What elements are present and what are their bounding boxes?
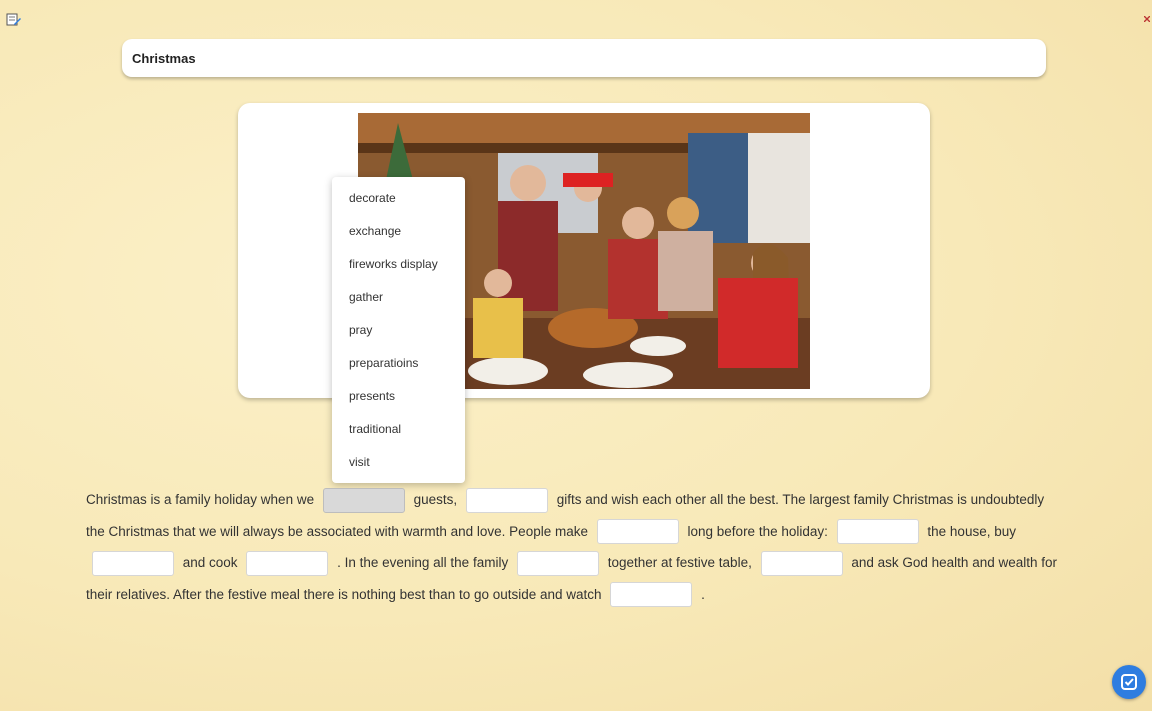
passage-segment: and ask God health and wealth for xyxy=(851,555,1057,570)
blank-4[interactable] xyxy=(836,519,919,545)
title-bar: Christmas xyxy=(122,39,1046,77)
passage-segment: . xyxy=(701,586,705,602)
option-pray[interactable]: pray xyxy=(332,314,465,347)
blank-7[interactable] xyxy=(516,550,599,576)
blank-2[interactable] xyxy=(465,487,548,513)
blank-1[interactable] xyxy=(322,487,405,513)
passage-text: Christmas is a family holiday when we gu… xyxy=(86,484,1086,610)
option-visit[interactable]: visit xyxy=(332,446,465,479)
check-answers-button[interactable] xyxy=(1112,665,1146,699)
passage-segment: their relatives. After the festive meal … xyxy=(86,586,602,602)
passage-segment: gifts and wish each other all the best. … xyxy=(556,492,1045,507)
option-decorate[interactable]: decorate xyxy=(332,182,465,215)
word-options-dropdown[interactable]: decorate exchange fireworks display gath… xyxy=(332,177,465,483)
option-fireworks-display[interactable]: fireworks display xyxy=(332,248,465,281)
passage-segment: guests, xyxy=(413,492,458,507)
close-icon[interactable] xyxy=(1144,16,1150,22)
option-gather[interactable]: gather xyxy=(332,281,465,314)
blank-6[interactable] xyxy=(246,550,329,576)
blank-8[interactable] xyxy=(760,550,843,576)
blank-5[interactable] xyxy=(92,550,174,576)
passage-segment: together at festive table, xyxy=(607,555,752,570)
passage-segment: . In the evening all the family xyxy=(337,555,509,570)
edit-help-icon[interactable] xyxy=(6,12,22,28)
option-presents[interactable]: presents xyxy=(332,380,465,413)
passage-segment: the Christmas that we will always be ass… xyxy=(86,523,588,539)
option-preparatioins[interactable]: preparatioins xyxy=(332,347,465,380)
check-square-icon xyxy=(1121,674,1137,690)
passage-segment: long before the holiday: xyxy=(687,523,828,539)
blank-3[interactable] xyxy=(596,519,679,545)
passage-segment: the house, buy xyxy=(927,523,1016,539)
passage-line: the Christmas that we will always be ass… xyxy=(86,516,1086,548)
option-exchange[interactable]: exchange xyxy=(332,215,465,248)
option-traditional[interactable]: traditional xyxy=(332,413,465,446)
passage-line: and cook . In the evening all the family… xyxy=(86,547,1086,579)
blank-9[interactable] xyxy=(610,582,693,608)
passage-segment: Christmas is a family holiday when we xyxy=(86,492,315,507)
page-title: Christmas xyxy=(132,50,196,66)
passage-line: Christmas is a family holiday when we gu… xyxy=(86,484,1086,516)
passage-line: their relatives. After the festive meal … xyxy=(86,579,1086,611)
passage-segment: and cook xyxy=(182,555,238,570)
